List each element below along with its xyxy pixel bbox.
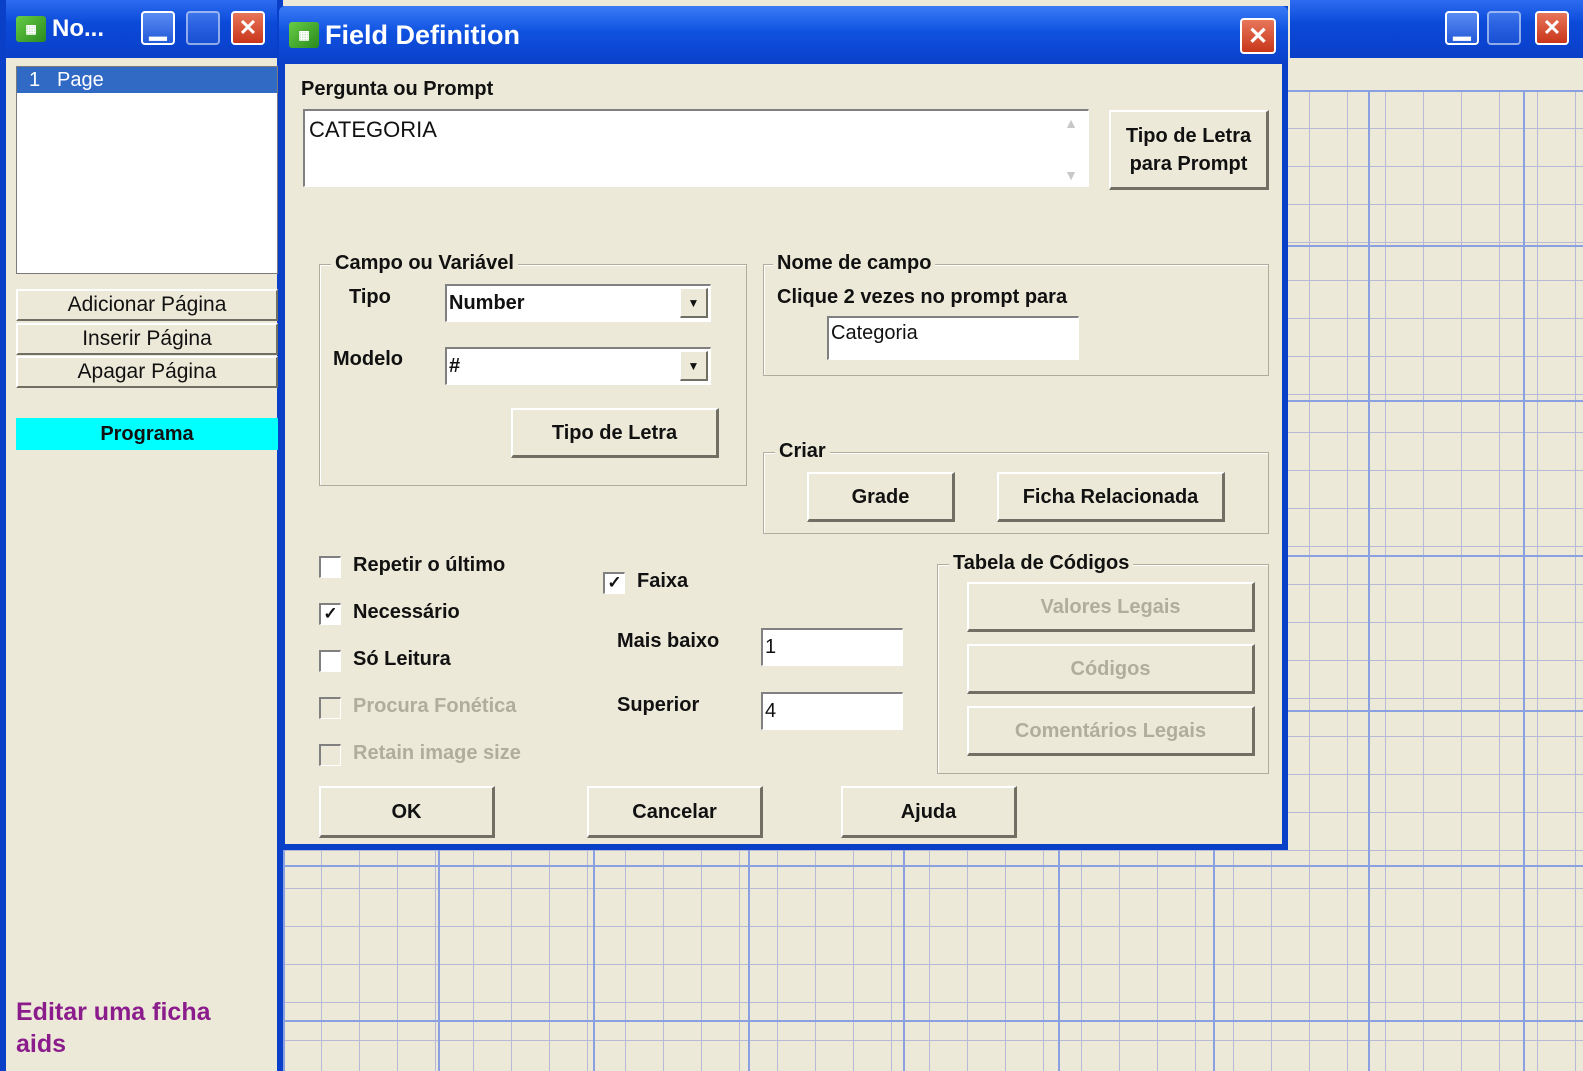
prompt-scrollbar[interactable]: ▲ ▼: [1058, 115, 1084, 183]
maximize-icon[interactable]: [1487, 11, 1521, 45]
field-name-hint: Clique 2 vezes no prompt para: [777, 286, 1068, 308]
legal-values-button: Valores Legais: [967, 582, 1255, 632]
background-window-titlebar: ▁ ✕: [1290, 0, 1583, 58]
lower-bound-input[interactable]: 1: [761, 628, 903, 666]
repeat-last-checkbox[interactable]: [319, 556, 341, 578]
lower-bound-label: Mais baixo: [617, 630, 720, 652]
legal-comments-button: Comentários Legais: [967, 706, 1255, 756]
model-label: Modelo: [333, 348, 403, 370]
close-icon[interactable]: ✕: [1535, 11, 1569, 45]
insert-page-button[interactable]: Inserir Página: [16, 323, 278, 355]
app-icon: ▦: [289, 22, 319, 48]
page-label: Page: [57, 68, 104, 91]
program-button[interactable]: Programa: [16, 418, 278, 450]
related-form-button[interactable]: Ficha Relacionada: [997, 472, 1225, 522]
page-number: 1: [29, 68, 41, 91]
minimize-icon[interactable]: ▁: [1445, 11, 1479, 45]
create-group-title: Criar: [775, 440, 830, 463]
field-name-group-title: Nome de campo: [773, 252, 936, 275]
status-text: Editar uma ficha aids: [16, 996, 211, 1060]
page-panel-window: ▦ No... ▁ ✕ 1 Page Adicionar Página Inse…: [0, 0, 283, 1071]
maximize-icon[interactable]: [186, 11, 220, 45]
phonetic-search-label: Procura Fonética: [353, 695, 517, 717]
delete-page-button[interactable]: Apagar Página: [16, 356, 278, 388]
upper-bound-label: Superior: [617, 694, 700, 716]
type-select[interactable]: Number ▼: [445, 284, 711, 322]
repeat-last-label[interactable]: Repetir o último: [353, 554, 505, 577]
chevron-down-icon[interactable]: ▼: [680, 351, 708, 381]
type-label: Tipo: [349, 286, 391, 308]
scroll-up-icon[interactable]: ▲: [1064, 115, 1078, 131]
status-line-2: aids: [16, 1030, 67, 1058]
dialog-titlebar: ▦ Field Definition ✕: [279, 6, 1288, 64]
type-select-value: Number: [449, 292, 525, 314]
window-title: No...: [52, 15, 104, 42]
model-select[interactable]: # ▼: [445, 347, 711, 385]
prompt-font-button[interactable]: Tipo de Letra para Prompt: [1109, 110, 1269, 190]
close-icon[interactable]: ✕: [231, 11, 265, 45]
help-button[interactable]: Ajuda: [841, 786, 1017, 838]
status-line-1: Editar uma ficha: [16, 998, 211, 1026]
retain-image-size-checkbox: [319, 744, 341, 766]
required-label[interactable]: Necessário: [353, 601, 460, 624]
cancel-button[interactable]: Cancelar: [587, 786, 763, 838]
field-variable-group-title: Campo ou Variável: [331, 252, 518, 275]
range-label[interactable]: Faixa: [637, 570, 688, 593]
range-checkbox[interactable]: ✓: [603, 572, 625, 594]
minimize-icon[interactable]: ▁: [141, 11, 175, 45]
codes-button: Códigos: [967, 644, 1255, 694]
read-only-label[interactable]: Só Leitura: [353, 648, 451, 671]
upper-bound-input[interactable]: 4: [761, 692, 903, 730]
retain-image-size-label: Retain image size: [353, 742, 521, 764]
page-list-item[interactable]: 1 Page: [17, 67, 277, 93]
field-name-input[interactable]: Categoria: [827, 316, 1079, 360]
model-select-value: #: [449, 355, 461, 377]
prompt-label: Pergunta ou Prompt: [301, 78, 494, 100]
close-icon[interactable]: ✕: [1240, 18, 1276, 54]
ok-button[interactable]: OK: [319, 786, 495, 838]
phonetic-search-checkbox: [319, 697, 341, 719]
field-definition-dialog: ▦ Field Definition ✕ Pergunta ou Prompt …: [279, 6, 1288, 850]
chevron-down-icon[interactable]: ▼: [680, 288, 708, 318]
field-font-button[interactable]: Tipo de Letra: [511, 408, 719, 458]
page-panel-titlebar: ▦ No... ▁ ✕: [6, 0, 277, 58]
dialog-title: Field Definition: [325, 19, 520, 50]
prompt-textarea[interactable]: CATEGORIA ▲ ▼: [303, 109, 1089, 187]
add-page-button[interactable]: Adicionar Página: [16, 289, 278, 321]
page-list[interactable]: 1 Page: [16, 66, 278, 274]
grid-button[interactable]: Grade: [807, 472, 955, 522]
app-icon: ▦: [16, 16, 46, 42]
required-checkbox[interactable]: ✓: [319, 603, 341, 625]
prompt-value: CATEGORIA: [309, 117, 437, 142]
scroll-down-icon[interactable]: ▼: [1064, 167, 1078, 183]
read-only-checkbox[interactable]: [319, 650, 341, 672]
codes-table-group-title: Tabela de Códigos: [949, 552, 1134, 575]
